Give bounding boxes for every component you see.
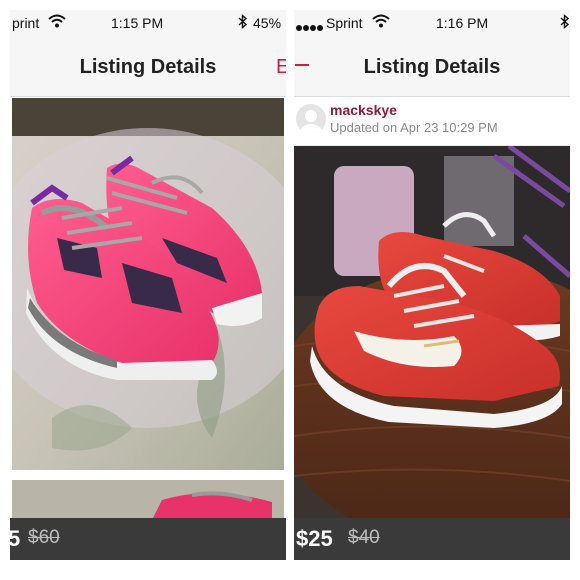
battery-percent: 45%: [253, 15, 282, 31]
edit-button[interactable]: E: [276, 56, 286, 79]
listing-content: [10, 97, 286, 570]
bluetooth-icon: [560, 13, 570, 32]
signal-dots-icon: [296, 19, 326, 35]
page-title: Listing Details: [79, 56, 217, 78]
price-current: $25: [296, 526, 333, 551]
price-original: $40: [348, 527, 380, 548]
nav-bar: Listing Details: [294, 36, 570, 97]
bluetooth-icon: [238, 13, 248, 32]
clock: 1:16 PM: [436, 15, 489, 31]
price-original: $60: [28, 527, 60, 548]
status-bar: Sprint 1:16 PM: [294, 10, 570, 36]
price-bar: 5 $60: [10, 518, 286, 560]
seller-username[interactable]: mackskye: [330, 102, 397, 118]
listing-photo[interactable]: [294, 146, 570, 519]
wifi-icon: [372, 14, 390, 31]
nav-bar: Listing Details E: [10, 36, 286, 97]
clock: 1:15 PM: [111, 15, 164, 31]
left-screenshot: print 1:15 PM 45% Listing Details E 5 $6…: [10, 10, 286, 570]
updated-timestamp: Updated on Apr 23 10:29 PM: [330, 120, 498, 135]
listing-photo[interactable]: [12, 98, 284, 470]
wifi-icon: [48, 14, 66, 31]
page-title: Listing Details: [363, 56, 501, 78]
price-current: 5: [10, 526, 21, 551]
listing-photo-2[interactable]: [12, 480, 284, 520]
right-screenshot: Sprint 1:16 PM Listing Details mackskye …: [294, 10, 570, 570]
status-bar: print 1:15 PM 45%: [10, 10, 286, 36]
avatar[interactable]: [296, 104, 326, 134]
price-bar: $25 $40: [294, 518, 570, 560]
carrier-label: Sprint: [326, 15, 363, 31]
listing-content: mackskye Updated on Apr 23 10:29 PM: [294, 97, 570, 570]
carrier-label: print: [12, 15, 40, 31]
seller-header[interactable]: mackskye Updated on Apr 23 10:29 PM: [294, 97, 570, 146]
